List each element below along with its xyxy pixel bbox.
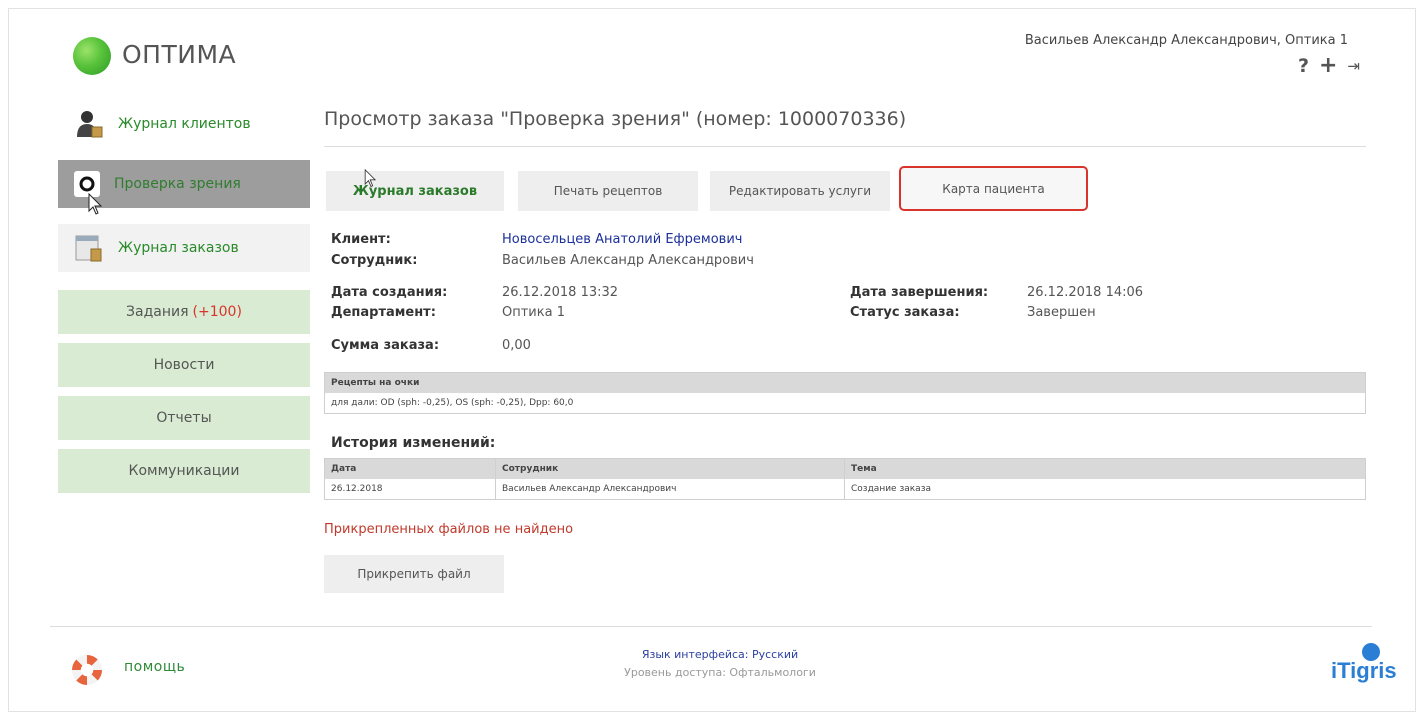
table-header: Дата Сотрудник Тема [325, 459, 1365, 479]
logout-icon[interactable]: ⇥ [1347, 57, 1360, 75]
mouse-cursor-icon [88, 193, 103, 215]
department-value: Оптика 1 [502, 305, 565, 320]
app-logo-text[interactable]: ОПТИМА [122, 40, 236, 69]
orders-icon [74, 233, 104, 263]
tab-print-prescriptions[interactable]: Печать рецептов [518, 171, 698, 211]
page-title: Просмотр заказа "Проверка зрения" (номер… [324, 108, 907, 130]
sidebar-item-clients[interactable]: Журнал клиентов [58, 100, 310, 148]
sidebar-item-tasks[interactable]: Задания (+100) [58, 290, 310, 334]
current-user: Васильев Александр Александрович, Оптика… [1024, 33, 1348, 48]
client-label: Клиент: [331, 232, 391, 247]
sidebar-item-label: Журнал клиентов [118, 116, 251, 132]
header-actions: ? + ⇥ [1298, 53, 1360, 78]
sidebar-item-label: Отчеты [156, 410, 212, 426]
sidebar-item-news[interactable]: Новости [58, 343, 310, 387]
column-header-employee: Сотрудник [495, 459, 844, 479]
sidebar-item-label: Новости [153, 357, 215, 373]
access-level: Уровень доступа: Офтальмологи [624, 666, 816, 679]
sidebar-item-label: Коммуникации [128, 463, 240, 479]
help-icon[interactable]: ? [1298, 55, 1309, 77]
history-table: Дата Сотрудник Тема 26.12.2018 Васильев … [324, 458, 1366, 500]
sum-label: Сумма заказа: [331, 338, 440, 353]
created-label: Дата создания: [331, 285, 448, 300]
table-row: 26.12.2018 Васильев Александр Александро… [325, 479, 1365, 499]
history-title: История изменений: [331, 435, 496, 451]
tab-orders-journal[interactable]: Журнал заказов [326, 171, 504, 211]
prescriptions-table: Рецепты на очки для дали: OD (sph: -0,25… [324, 372, 1366, 414]
help-link[interactable]: помощь [124, 659, 185, 675]
table-header: Рецепты на очки [325, 373, 1365, 393]
completed-value: 26.12.2018 14:06 [1027, 285, 1144, 300]
cell-date: 26.12.2018 [331, 484, 383, 494]
cell-topic: Создание заказа [844, 479, 1365, 499]
clients-icon [74, 109, 104, 139]
interface-language[interactable]: Язык интерфейса: Русский [540, 648, 900, 661]
employee-value: Васильев Александр Александрович [502, 253, 754, 268]
itigris-logo[interactable]: iTigris [1331, 658, 1397, 684]
plus-icon[interactable]: + [1319, 53, 1337, 78]
status-value: Завершен [1027, 305, 1096, 320]
client-link[interactable]: Новосельцев Анатолий Ефремович [502, 232, 742, 247]
no-files-message: Прикрепленных файлов не найдено [324, 522, 574, 537]
sidebar-item-label: Журнал заказов [118, 240, 239, 256]
table-row: для дали: OD (sph: -0,25), OS (sph: -0,2… [325, 393, 1365, 413]
column-header-date: Дата [331, 464, 357, 474]
prescription-row-text: для дали: OD (sph: -0,25), OS (sph: -0,2… [331, 398, 574, 408]
employee-label: Сотрудник: [331, 253, 418, 268]
prescriptions-header: Рецепты на очки [331, 378, 420, 388]
sidebar-item-label: Проверка зрения [114, 176, 241, 192]
cell-employee: Васильев Александр Александрович [495, 479, 844, 499]
tab-patient-card[interactable]: Карта пациента [899, 166, 1088, 211]
lifebuoy-icon[interactable] [72, 655, 102, 685]
sidebar-item-label: Задания [126, 304, 189, 320]
completed-label: Дата завершения: [850, 285, 989, 300]
department-label: Департамент: [331, 305, 436, 320]
logo-icon[interactable] [73, 37, 111, 75]
sidebar-item-reports[interactable]: Отчеты [58, 396, 310, 440]
mouse-cursor-icon [364, 169, 377, 188]
title-divider [324, 146, 1366, 147]
created-value: 26.12.2018 13:32 [502, 285, 619, 300]
status-label: Статус заказа: [850, 305, 960, 320]
column-header-topic: Тема [844, 459, 1365, 479]
tasks-count-badge: (+100) [192, 304, 242, 320]
tab-edit-services[interactable]: Редактировать услуги [710, 171, 890, 211]
footer-divider [50, 626, 1372, 627]
sidebar-item-communications[interactable]: Коммуникации [58, 449, 310, 493]
attach-file-button[interactable]: Прикрепить файл [324, 555, 504, 593]
sidebar-item-orders[interactable]: Журнал заказов [58, 224, 310, 272]
sum-value: 0,00 [502, 338, 531, 353]
